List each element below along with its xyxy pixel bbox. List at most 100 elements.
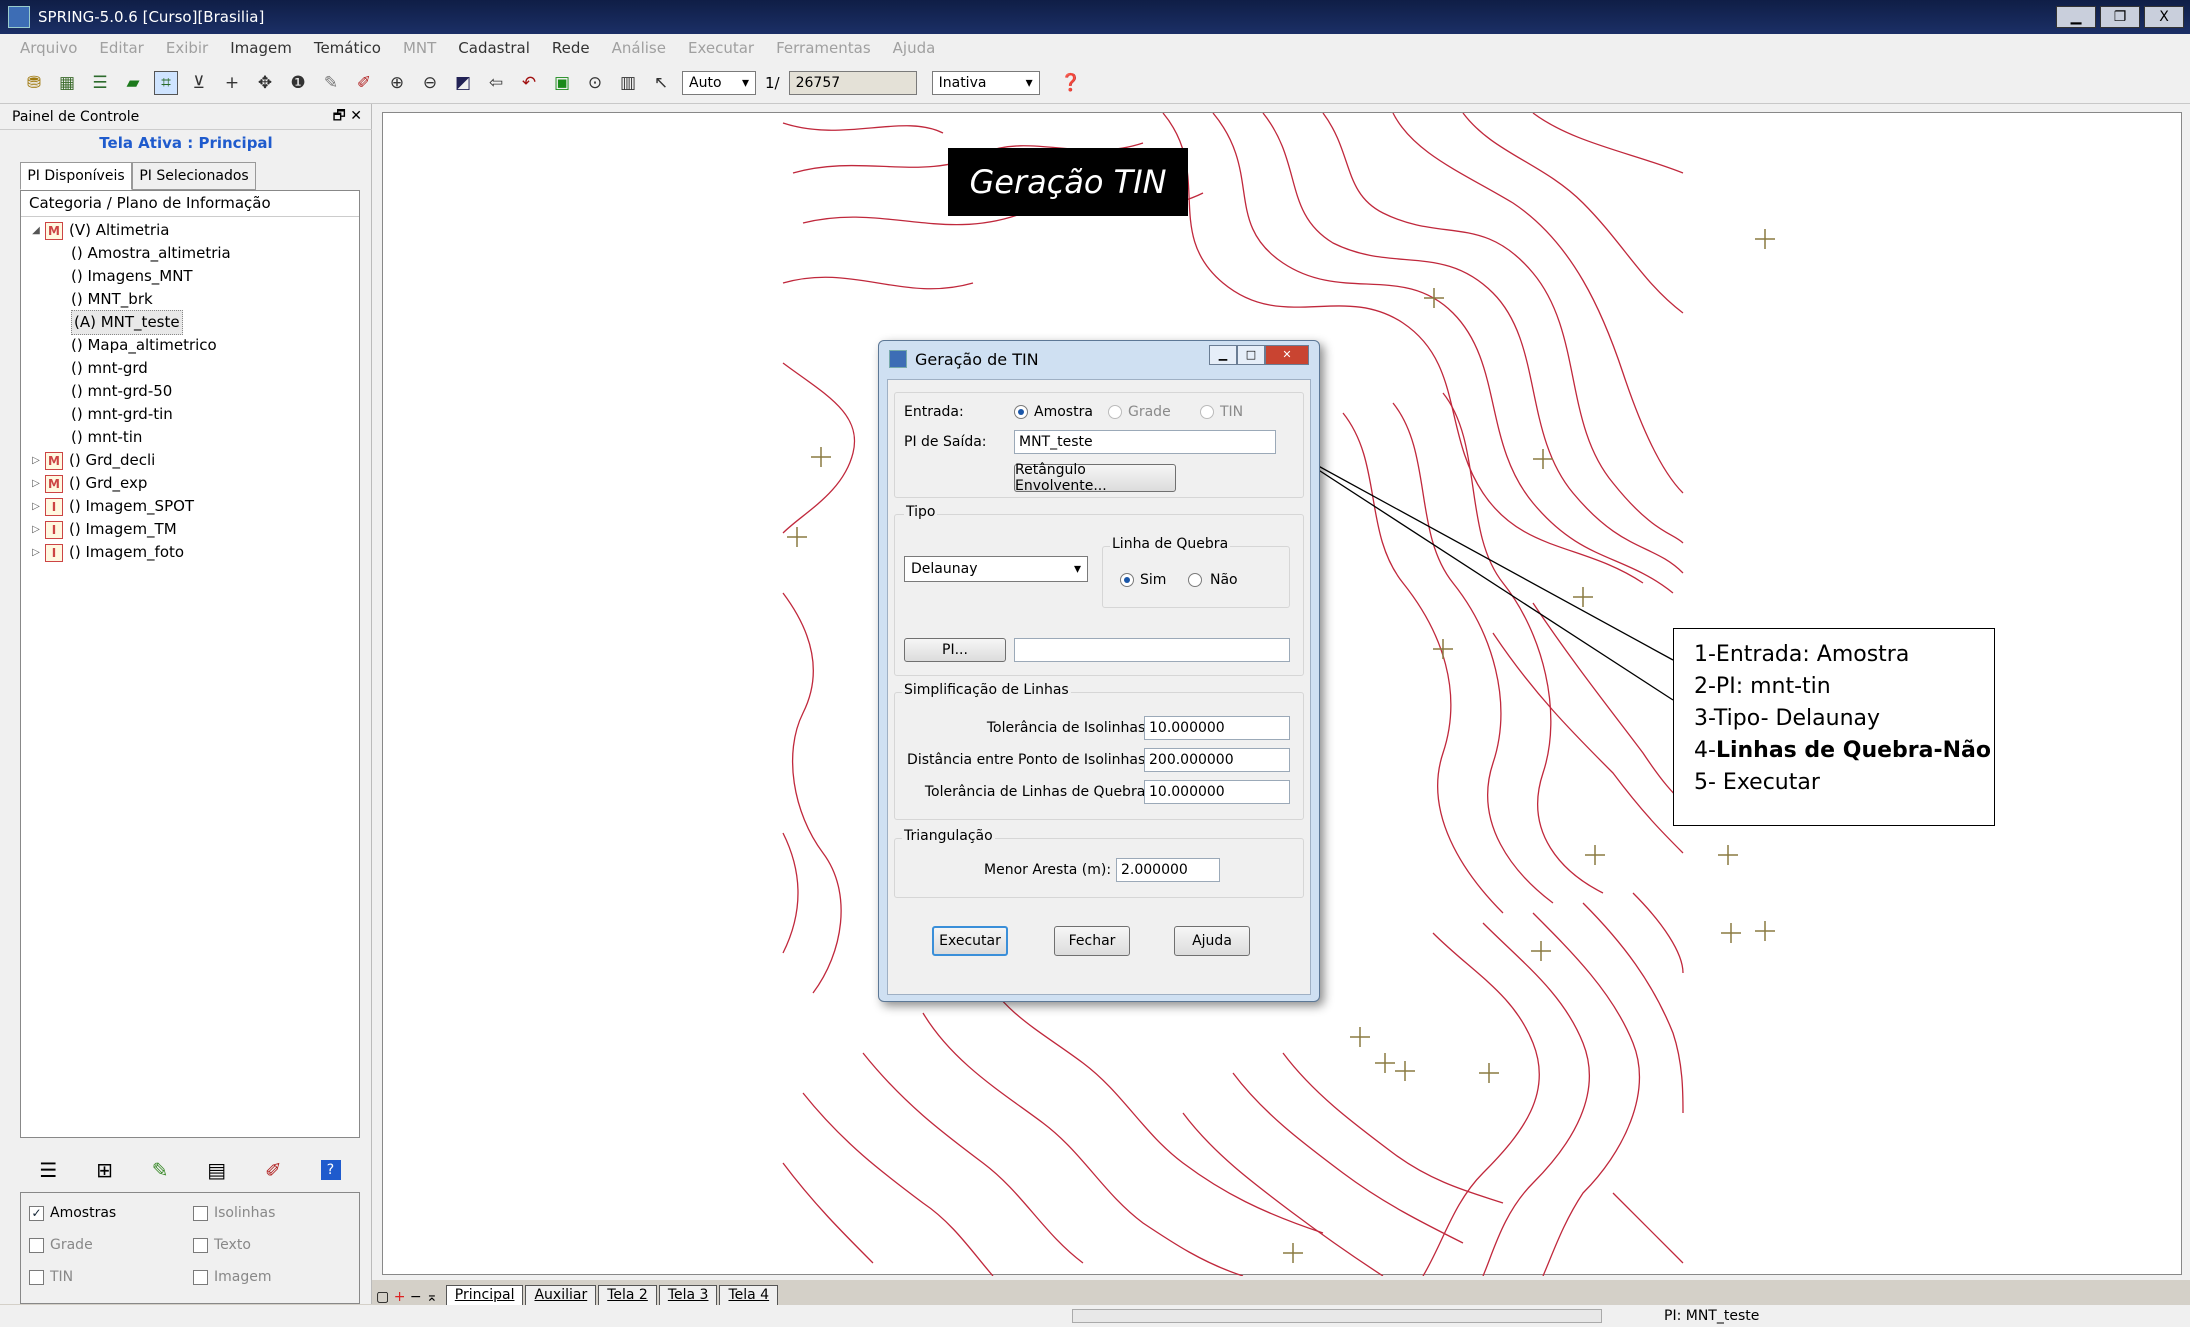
menu-imagem[interactable]: Imagem — [230, 39, 292, 57]
menu-ferramentas[interactable]: Ferramentas — [776, 39, 871, 57]
undo-icon[interactable]: ↶ — [517, 71, 541, 95]
layers-icon[interactable]: ☰ — [88, 71, 112, 95]
tree-item[interactable]: ▷ I () Imagem_foto — [27, 541, 357, 564]
import-icon[interactable]: ⊻ — [187, 71, 211, 95]
retangulo-envolvente-button[interactable]: Retângulo Envolvente... — [1014, 462, 1176, 494]
tab-pi-disponiveis[interactable]: PI Disponíveis — [20, 162, 132, 190]
list-icon[interactable]: ☰ — [39, 1158, 57, 1182]
tree-item[interactable]: ▷ I () Imagem_SPOT — [27, 495, 357, 518]
collapsed-arrow-icon[interactable]: ▷ — [27, 495, 45, 518]
info-icon[interactable]: ❶ — [286, 71, 310, 95]
close-button[interactable]: X — [2144, 6, 2184, 28]
tree-item[interactable]: ◢ M (V) Altimetria — [27, 219, 357, 242]
pencil-icon[interactable]: ✐ — [265, 1158, 282, 1182]
display-icon[interactable]: ▣ — [550, 71, 574, 95]
tab-tela-4[interactable]: Tela 4 — [719, 1285, 779, 1305]
imagem-checkbox[interactable]: Imagem — [193, 1269, 271, 1285]
help-icon[interactable]: ? — [320, 1160, 341, 1180]
pencil-icon[interactable]: ✐ — [352, 71, 376, 95]
scale-mode-select[interactable]: Auto ▾ — [682, 70, 756, 95]
pi-saida-input[interactable]: MNT_teste — [1014, 430, 1276, 454]
menu-arquivo[interactable]: Arquivo — [20, 39, 77, 57]
tree-item[interactable]: () mnt-tin — [27, 426, 357, 449]
collapsed-arrow-icon[interactable]: ▷ — [27, 449, 45, 472]
scale-input[interactable]: 26757 — [788, 70, 917, 95]
linha-quebra-nao-radio[interactable] — [1188, 573, 1202, 587]
ajuda-button[interactable]: Ajuda — [1174, 926, 1250, 956]
fechar-button[interactable]: Fechar — [1054, 926, 1130, 956]
entrada-amostra-radio[interactable] — [1014, 405, 1028, 419]
tag-icon[interactable]: ✎ — [319, 71, 343, 95]
panel-window-buttons[interactable]: 🗗 ✕ — [333, 105, 362, 129]
tree-item[interactable]: ▷ I () Imagem_TM — [27, 518, 357, 541]
collapsed-arrow-icon[interactable]: ▷ — [27, 518, 45, 541]
executar-button[interactable]: Executar — [932, 926, 1008, 956]
menu-exibir[interactable]: Exibir — [166, 39, 208, 57]
tree-item[interactable]: () MNT_brk — [27, 288, 357, 311]
view-controls-icon[interactable]: ▢ + − ⌅ — [376, 1289, 438, 1305]
maximize-button[interactable]: ❐ — [2100, 6, 2140, 28]
menu-tematico[interactable]: Temático — [314, 39, 381, 57]
menor-aresta-input[interactable]: 2.000000 — [1116, 858, 1220, 882]
edit-icon[interactable]: ✎ — [152, 1158, 169, 1182]
amostras-checkbox[interactable]: ✓ Amostras — [29, 1205, 116, 1221]
menu-mnt[interactable]: MNT — [403, 39, 436, 57]
dist-isolinhas-input[interactable]: 200.000000 — [1144, 748, 1290, 772]
tab-auxiliar[interactable]: Auxiliar — [525, 1285, 597, 1305]
tree-item[interactable]: () mnt-grd-tin — [27, 403, 357, 426]
menu-editar[interactable]: Editar — [99, 39, 143, 57]
grade-checkbox[interactable]: Grade — [29, 1237, 93, 1253]
tree-item[interactable]: () mnt-grd — [27, 357, 357, 380]
menu-rede[interactable]: Rede — [552, 39, 590, 57]
pi-field[interactable] — [1014, 638, 1290, 662]
tol-isolinhas-input[interactable]: 10.000000 — [1144, 716, 1290, 740]
zoom-out-icon[interactable]: ⊖ — [418, 71, 442, 95]
expanded-arrow-icon[interactable]: ◢ — [27, 219, 45, 242]
linha-quebra-sim-radio[interactable] — [1120, 573, 1134, 587]
collapsed-arrow-icon[interactable]: ▷ — [27, 541, 45, 564]
zoom-scale-icon[interactable]: ⊙ — [583, 71, 607, 95]
menu-executar[interactable]: Executar — [688, 39, 754, 57]
menu-cadastral[interactable]: Cadastral — [458, 39, 530, 57]
entrada-grade-radio[interactable] — [1108, 405, 1122, 419]
zoom-in-icon[interactable]: ⊕ — [385, 71, 409, 95]
tab-principal[interactable]: Principal — [445, 1285, 524, 1305]
dialog-maximize-button[interactable]: □ — [1237, 345, 1265, 365]
tin-checkbox[interactable]: TIN — [29, 1269, 73, 1285]
tree-item[interactable]: () mnt-grd-50 — [27, 380, 357, 403]
pointer-icon[interactable]: ↖ — [649, 71, 673, 95]
chart-icon[interactable]: ▤ — [207, 1158, 226, 1182]
polygon-icon[interactable]: ▰ — [121, 71, 145, 95]
menu-ajuda[interactable]: Ajuda — [893, 39, 936, 57]
collapsed-arrow-icon[interactable]: ▷ — [27, 472, 45, 495]
tree-item[interactable]: () Amostra_altimetria — [27, 242, 357, 265]
menu-analise[interactable]: Análise — [612, 39, 666, 57]
help-icon[interactable]: ❓ — [1059, 71, 1083, 95]
tree-item[interactable]: () Mapa_altimetrico — [27, 334, 357, 357]
tree-item[interactable]: ▷ M () Grd_exp — [27, 472, 357, 495]
draw-icon[interactable]: ⌗ — [154, 70, 178, 95]
tree-item[interactable]: (A) MNT_teste — [27, 310, 357, 335]
tab-tela-2[interactable]: Tela 2 — [598, 1285, 657, 1305]
minimize-button[interactable]: ▁ — [2056, 6, 2096, 28]
cursor-cross-icon[interactable]: + — [220, 71, 244, 95]
pi-button[interactable]: PI... — [904, 638, 1006, 662]
tab-tela-3[interactable]: Tela 3 — [658, 1285, 718, 1305]
dialog-close-button[interactable]: ✕ — [1265, 345, 1309, 365]
dialog-minimize-button[interactable]: ▁ — [1209, 345, 1237, 365]
zoom-area-icon[interactable]: ◩ — [451, 71, 475, 95]
state-select[interactable]: Inativa ▾ — [931, 70, 1040, 95]
tipo-select[interactable]: Delaunay ▾ — [904, 556, 1088, 582]
entrada-tin-radio[interactable] — [1200, 405, 1214, 419]
tree-item[interactable]: () Imagens_MNT — [27, 265, 357, 288]
tab-pi-selecionados[interactable]: PI Selecionados — [132, 162, 256, 190]
tree-item[interactable]: ▷ M () Grd_decli — [27, 449, 357, 472]
isolinhas-checkbox[interactable]: Isolinhas — [193, 1205, 275, 1221]
grid-icon[interactable]: ▥ — [616, 71, 640, 95]
database-icon[interactable]: ⛃ — [22, 71, 46, 95]
project-icon[interactable]: ▦ — [55, 71, 79, 95]
back-icon[interactable]: ⇦ — [484, 71, 508, 95]
tol-quebra-input[interactable]: 10.000000 — [1144, 780, 1290, 804]
table-icon[interactable]: ⊞ — [96, 1158, 113, 1182]
texto-checkbox[interactable]: Texto — [193, 1237, 251, 1253]
